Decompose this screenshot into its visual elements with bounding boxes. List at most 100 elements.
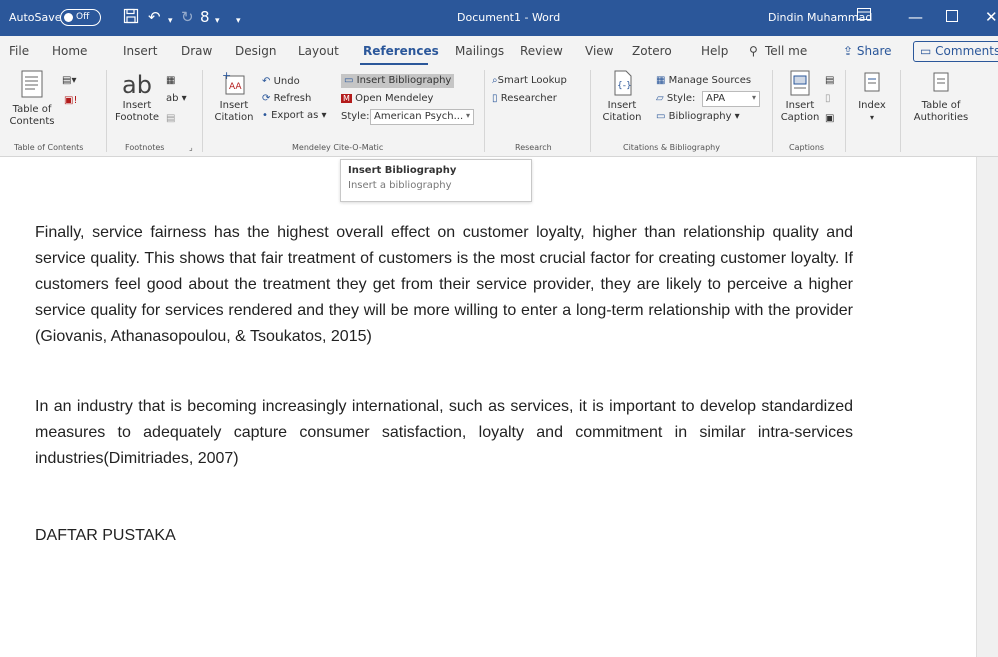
- manage-sources-label: Manage Sources: [668, 75, 752, 86]
- document-heading[interactable]: DAFTAR PUSTAKA: [35, 527, 176, 545]
- redo-icon[interactable]: ↻: [181, 8, 194, 26]
- mendeley-export-label: Export as: [271, 110, 319, 121]
- toc-icon: [21, 70, 43, 98]
- maximize-icon[interactable]: [946, 8, 958, 26]
- mendeley-style-dropdown[interactable]: American Psych... ▾: [370, 109, 474, 125]
- captions-group-label: Captions: [789, 143, 825, 152]
- smart-lookup-button[interactable]: ⌕Smart Lookup: [492, 74, 567, 88]
- mendeley-insert-citation-label: Insert Citation: [214, 100, 254, 123]
- citation-style-label: Style:: [666, 93, 696, 104]
- document-paragraph[interactable]: In an industry that is becoming increasi…: [35, 394, 853, 472]
- mendeley-undo-label: Undo: [273, 76, 300, 87]
- tab-mailings[interactable]: Mailings: [455, 44, 504, 58]
- customize-icon[interactable]: 8: [200, 8, 210, 26]
- share-button[interactable]: ⇪ Share: [843, 44, 892, 58]
- cross-reference-icon[interactable]: ▣: [825, 112, 834, 126]
- bibliography-icon: ▭: [344, 75, 354, 86]
- bibliography-button[interactable]: ▭ Bibliography ▾: [656, 110, 740, 124]
- citation-style-value: APA: [706, 93, 726, 104]
- next-footnote-icon[interactable]: ab ▾: [166, 92, 187, 106]
- citation-icon: {-}: [614, 70, 632, 96]
- tab-references[interactable]: References: [363, 44, 439, 58]
- insert-endnote-icon[interactable]: ▦: [166, 74, 175, 88]
- undo-arrow-icon: ↶: [262, 76, 271, 87]
- table-of-authorities-label: Table of Authorities: [913, 100, 969, 123]
- tab-design[interactable]: Design: [235, 44, 276, 58]
- refresh-icon: ⟳: [262, 93, 271, 104]
- mendeley-refresh-button[interactable]: ⟳ Refresh: [262, 92, 311, 106]
- insert-table-of-figures-icon[interactable]: ▤: [825, 74, 834, 88]
- tab-file[interactable]: File: [9, 44, 29, 58]
- quick-access-more-icon[interactable]: ▾: [236, 12, 241, 30]
- bibliography-label: Bibliography: [668, 111, 732, 122]
- mendeley-undo-button[interactable]: ↶ Undo: [262, 75, 300, 89]
- save-icon[interactable]: [123, 8, 139, 28]
- group-separator: [106, 70, 107, 152]
- autosave-state: Off: [76, 12, 90, 22]
- mendeley-style-label: Style:: [341, 111, 370, 122]
- comments-label: Comments: [935, 44, 998, 58]
- toc-group-label: Table of Contents: [14, 143, 84, 152]
- svg-text:AA: AA: [229, 82, 242, 92]
- table-of-contents-button[interactable]: Table of Contents: [6, 70, 58, 128]
- add-text-icon[interactable]: ▤▾: [62, 74, 76, 88]
- open-mendeley-label: Open Mendeley: [355, 93, 434, 104]
- insert-citation-button[interactable]: {-} Insert Citation: [598, 70, 646, 124]
- autosave-label: AutoSave: [9, 11, 62, 24]
- footnote-ab-icon: ab: [122, 71, 152, 99]
- group-separator: [772, 70, 773, 152]
- share-label: Share: [856, 44, 892, 58]
- title-bar: AutoSave Off ↶ ▾ ↻ 8 ▾ ▾ Document1 - Wor…: [0, 0, 998, 36]
- close-icon[interactable]: ✕: [985, 8, 998, 26]
- mendeley-export-button[interactable]: • Export as ▾: [262, 109, 327, 123]
- tab-home[interactable]: Home: [52, 44, 87, 58]
- insert-caption-label: Insert Caption: [780, 100, 820, 123]
- mendeley-refresh-label: Refresh: [273, 93, 312, 104]
- bibliography-book-icon: ▭: [656, 111, 666, 122]
- customize-dropdown-icon[interactable]: ▾: [215, 12, 220, 30]
- show-notes-icon[interactable]: ▤: [166, 112, 175, 126]
- search-icon[interactable]: ⚲: [749, 44, 758, 58]
- group-separator: [590, 70, 591, 152]
- insert-bibliography-label: Insert Bibliography: [356, 75, 452, 86]
- tab-layout[interactable]: Layout: [298, 44, 339, 58]
- tab-zotero[interactable]: Zotero: [632, 44, 672, 58]
- insert-citation-label: Insert Citation: [602, 100, 642, 123]
- update-table-of-figures-icon[interactable]: ▯: [825, 92, 831, 106]
- citation-style-dropdown[interactable]: APA ▾: [702, 91, 760, 107]
- update-table-icon[interactable]: ▣!: [64, 94, 77, 108]
- ribbon-display-icon[interactable]: [857, 8, 871, 26]
- footnotes-launcher-icon[interactable]: ⌟: [189, 143, 193, 152]
- insert-footnote-button[interactable]: ab Insert Footnote: [113, 72, 161, 124]
- tab-draw[interactable]: Draw: [181, 44, 212, 58]
- insert-bibliography-button[interactable]: ▭ Insert Bibliography: [341, 74, 455, 88]
- comments-button[interactable]: ▭ Comments: [913, 41, 998, 62]
- manage-sources-button[interactable]: ▦ Manage Sources: [656, 74, 751, 88]
- minimize-icon[interactable]: —: [908, 8, 923, 26]
- share-icon: ⇪: [843, 44, 857, 58]
- tab-view[interactable]: View: [585, 44, 613, 58]
- chevron-down-icon: ▾: [465, 111, 470, 120]
- smart-lookup-label: Smart Lookup: [497, 75, 567, 86]
- autosave-toggle[interactable]: Off: [60, 9, 101, 26]
- footnotes-group-label: Footnotes: [125, 143, 165, 152]
- mendeley-insert-citation-button[interactable]: AA + Insert Citation: [210, 69, 258, 124]
- open-mendeley-button[interactable]: M Open Mendeley: [341, 92, 433, 106]
- index-button[interactable]: Index ▾: [852, 72, 892, 124]
- group-separator: [484, 70, 485, 152]
- researcher-label: Researcher: [500, 93, 557, 104]
- document-paragraph[interactable]: Finally, service fairness has the highes…: [35, 220, 853, 350]
- tab-help[interactable]: Help: [701, 44, 728, 58]
- tab-review[interactable]: Review: [520, 44, 563, 58]
- undo-icon[interactable]: ↶: [148, 8, 161, 26]
- tab-insert[interactable]: Insert: [123, 44, 157, 58]
- vertical-scrollbar[interactable]: [976, 157, 998, 657]
- undo-dropdown-icon[interactable]: ▾: [168, 12, 173, 30]
- tell-me-search[interactable]: Tell me: [765, 44, 807, 58]
- active-tab-underline: [360, 63, 428, 65]
- mark-citation-icon: [933, 72, 949, 92]
- researcher-button[interactable]: ▯ Researcher: [492, 92, 557, 106]
- table-of-authorities-button[interactable]: Table of Authorities: [906, 72, 976, 124]
- toggle-knob: [64, 13, 73, 22]
- insert-caption-button[interactable]: Insert Caption: [778, 70, 822, 124]
